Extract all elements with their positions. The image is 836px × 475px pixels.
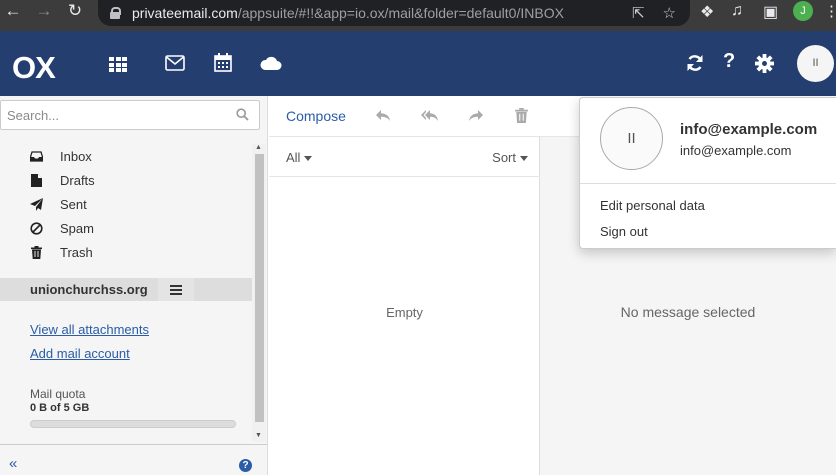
refresh-icon[interactable] bbox=[686, 54, 704, 72]
sort-dropdown[interactable]: Sort bbox=[492, 150, 528, 165]
search-box bbox=[0, 100, 260, 130]
calendar-icon[interactable] bbox=[214, 53, 232, 72]
search-icon[interactable] bbox=[236, 108, 249, 121]
puzzle-icon[interactable]: ❖ bbox=[700, 2, 714, 22]
popover-user-email: info@example.com bbox=[680, 143, 792, 158]
paper-plane-icon bbox=[30, 197, 43, 211]
chevron-down-icon bbox=[520, 156, 528, 162]
inbox-icon bbox=[30, 150, 43, 163]
no-message-selected-text: No message selected bbox=[620, 304, 756, 320]
mail-quota-value: 0 B of 5 GB bbox=[30, 402, 90, 414]
popover-avatar[interactable]: II bbox=[600, 107, 663, 170]
bookmark-star-icon[interactable]: ☆ bbox=[663, 4, 676, 22]
share-icon[interactable]: ⇱ bbox=[632, 4, 645, 22]
delete-icon[interactable] bbox=[515, 108, 528, 123]
sort-label: Sort bbox=[492, 150, 516, 165]
ox-logo[interactable]: OX bbox=[12, 50, 56, 86]
sidebar-footer: « ? bbox=[0, 444, 267, 475]
folder-label: Spam bbox=[60, 220, 94, 236]
filter-label: All bbox=[286, 150, 301, 165]
url-path: /appsuite/#!!&app=io.ox/mail&folder=defa… bbox=[237, 5, 564, 21]
popover-divider bbox=[580, 183, 836, 184]
browser-menu-icon[interactable]: ⋮ bbox=[824, 2, 836, 20]
chevron-down-icon bbox=[304, 156, 313, 162]
folder-label: Inbox bbox=[60, 148, 92, 164]
folder-drafts[interactable]: Drafts bbox=[0, 168, 252, 192]
side-panel-icon[interactable]: ▣ bbox=[763, 2, 778, 22]
folder-label: Sent bbox=[60, 196, 87, 212]
forward-mail-icon[interactable] bbox=[467, 108, 484, 123]
account-popover: II info@example.com info@example.com Edi… bbox=[579, 97, 836, 249]
mail-quota-bar bbox=[30, 420, 236, 428]
sidebar: Inbox Drafts Sent Spam Trash bbox=[0, 96, 268, 475]
trash-icon bbox=[30, 245, 43, 259]
sign-out-item[interactable]: Sign out bbox=[600, 224, 648, 239]
folder-label: Trash bbox=[60, 244, 93, 260]
account-row[interactable]: unionchurchss.org bbox=[0, 278, 252, 301]
mail-quota-label: Mail quota bbox=[30, 387, 86, 401]
list-header: All Sort bbox=[269, 137, 540, 177]
cloud-icon[interactable] bbox=[259, 56, 282, 71]
profile-avatar[interactable]: J bbox=[793, 1, 813, 21]
gear-icon[interactable] bbox=[755, 54, 774, 73]
reply-all-icon[interactable] bbox=[421, 108, 438, 123]
apps-grid-icon[interactable] bbox=[109, 57, 127, 72]
media-icon[interactable]: ♫ bbox=[731, 2, 743, 20]
file-icon bbox=[30, 173, 43, 187]
collapse-sidebar-icon[interactable]: « bbox=[9, 455, 17, 472]
folder-spam[interactable]: Spam bbox=[0, 216, 252, 240]
forward-icon[interactable]: → bbox=[29, 0, 59, 22]
app-header: OX ? II bbox=[0, 31, 836, 96]
mail-icon[interactable] bbox=[165, 55, 185, 71]
help-circle-icon[interactable]: ? bbox=[239, 459, 252, 472]
folder-inbox[interactable]: Inbox bbox=[0, 144, 252, 168]
url-host: privateemail.com bbox=[132, 5, 238, 21]
folder-trash[interactable]: Trash bbox=[0, 240, 252, 264]
address-bar[interactable]: privateemail.com/appsuite/#!!&app=io.ox/… bbox=[98, 0, 690, 26]
account-name: unionchurchss.org bbox=[30, 282, 148, 297]
filter-dropdown[interactable]: All bbox=[286, 150, 313, 165]
view-all-attachments-link[interactable]: View all attachments bbox=[30, 322, 149, 337]
add-mail-account-link[interactable]: Add mail account bbox=[30, 346, 130, 361]
reply-icon[interactable] bbox=[375, 108, 392, 123]
back-icon[interactable]: ← bbox=[0, 0, 28, 22]
edit-personal-data-item[interactable]: Edit personal data bbox=[600, 198, 705, 213]
popover-user-name: info@example.com bbox=[680, 121, 818, 138]
account-menu-icon[interactable] bbox=[158, 278, 194, 301]
empty-list-message: Empty bbox=[386, 305, 423, 320]
scroll-down-icon[interactable]: ▼ bbox=[255, 432, 262, 439]
folder-label: Drafts bbox=[60, 172, 95, 188]
help-icon[interactable]: ? bbox=[723, 50, 735, 73]
search-input[interactable] bbox=[1, 101, 221, 129]
mail-list-pane: All Sort Empty bbox=[269, 136, 540, 475]
compose-button[interactable]: Compose bbox=[286, 108, 346, 124]
ban-icon bbox=[30, 221, 43, 235]
lock-icon bbox=[110, 7, 121, 19]
user-avatar-button[interactable]: II bbox=[797, 45, 834, 82]
sidebar-scrollbar[interactable]: ▲ ▼ bbox=[252, 144, 266, 442]
browser-toolbar: ← → ↻ privateemail.com/appsuite/#!!&app=… bbox=[0, 0, 836, 31]
folder-list: Inbox Drafts Sent Spam Trash bbox=[0, 144, 252, 264]
folder-sent[interactable]: Sent bbox=[0, 192, 252, 216]
reload-icon[interactable]: ↻ bbox=[60, 0, 90, 22]
scrollbar-thumb[interactable] bbox=[255, 154, 264, 422]
scroll-up-icon[interactable]: ▲ bbox=[255, 144, 262, 151]
